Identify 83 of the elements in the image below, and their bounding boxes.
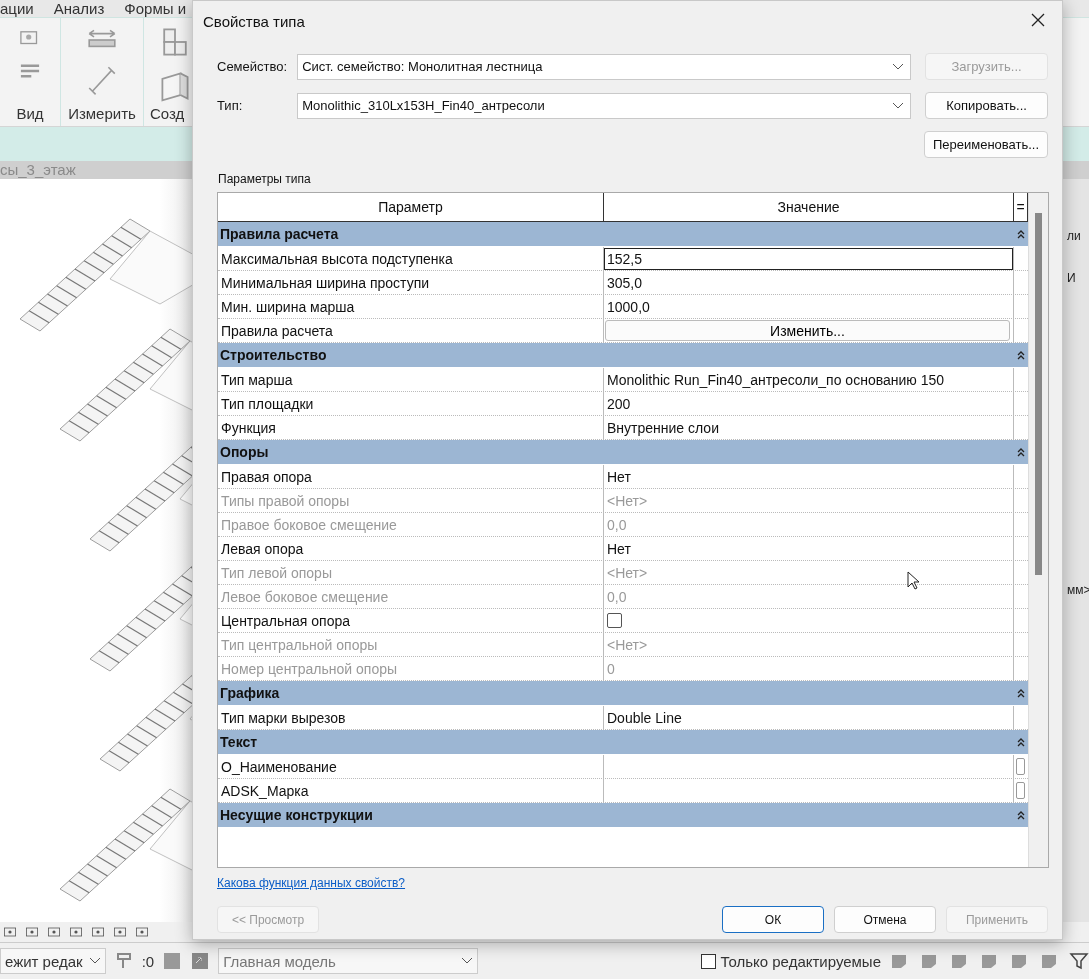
dialog-button[interactable]: ОК [722, 906, 824, 933]
parameter-name: Левая опора [221, 540, 304, 557]
filter-icon[interactable] [1069, 951, 1089, 972]
field-label: Семейство: [217, 59, 289, 74]
parameter-name: Правая опора [221, 468, 312, 485]
value-text: 305,0 [607, 274, 643, 291]
section-label: Параметры типа [218, 172, 312, 186]
ribbon-panel-label: Созд [150, 105, 185, 123]
value-text: 0,0 [607, 516, 627, 533]
help-link[interactable]: Какова функция данных свойств? [217, 876, 406, 890]
family-dropdown[interactable]: Сист. семейство: Монолитная лестница [297, 53, 912, 80]
value-text: <Нет> [607, 564, 648, 581]
parameter-name: Тип площадки [221, 395, 314, 412]
collapse-icon[interactable] [1016, 737, 1026, 747]
parameter-name: Максимальная высота подступенка [221, 250, 453, 267]
value-input[interactable]: 152,5 [604, 248, 1013, 270]
parameter-name: Типы правой опоры [221, 492, 350, 509]
dialog-button[interactable]: Копировать... [925, 92, 1048, 119]
value-text: 0,0 [607, 588, 627, 605]
collapse-icon[interactable] [1016, 810, 1026, 820]
ribbon-tab[interactable]: ации [0, 0, 34, 17]
model-dropdown[interactable]: Главная модель [218, 948, 479, 975]
parameter-name: Центральная опора [221, 612, 351, 629]
count-text: :0 [141, 952, 155, 970]
type-dropdown[interactable]: Monolithic_310Lx153H_Fin40_антресоли [297, 92, 912, 119]
edit-button[interactable]: Изменить... [605, 320, 1010, 341]
close-icon [1031, 12, 1045, 27]
dialog-button[interactable]: Переименовать... [924, 131, 1048, 158]
square-icon[interactable] [162, 951, 183, 972]
value-text: Monolithic Run_Fin40_антресоли_по основанию 150 [607, 371, 945, 388]
value-text: Double Line [607, 709, 682, 726]
panel-text: И [1067, 270, 1077, 285]
value-text: 200 [607, 395, 631, 412]
parameter-name: Левое боковое смещение [221, 588, 389, 605]
parameter-name: Минимальная ширина проступи [221, 274, 430, 291]
value-text: 0 [607, 660, 615, 677]
group-header[interactable]: Опоры [218, 440, 1028, 465]
group-header[interactable]: Строительство [218, 343, 1028, 368]
value-text: Внутренние слои [607, 419, 719, 436]
field-label: Тип: [217, 98, 244, 113]
group-header[interactable]: Правила расчета [218, 222, 1028, 247]
parameter-name: Правое боковое смещение [221, 516, 397, 533]
value-text: Нет [607, 468, 631, 485]
parameter-name: Тип центральной опоры [221, 636, 378, 653]
checkbox-label: Только редактируемые [720, 952, 881, 970]
chevron-down-icon [892, 101, 905, 110]
chevron-down-icon [88, 957, 101, 966]
group-header[interactable]: Несущие конструкции [218, 803, 1028, 828]
value-checkbox[interactable] [607, 613, 622, 628]
group-header[interactable]: Графика [218, 681, 1028, 706]
ribbon-panel-label: Измерить [68, 105, 136, 123]
parameter-name: Правила расчета [221, 322, 333, 339]
value-text: <Нет> [607, 636, 648, 653]
collapse-icon[interactable] [1016, 229, 1026, 239]
ribbon-tab[interactable]: Анализ [53, 0, 105, 17]
panel-text: ли [1067, 228, 1082, 243]
parameter-name: Номер центральной опоры [221, 660, 398, 677]
parameter-name: Тип марша [221, 371, 293, 388]
column-header[interactable]: Параметр [218, 193, 604, 221]
mode-dropdown[interactable]: ежит редак [0, 948, 106, 975]
parameter-name: Тип марки вырезов [221, 709, 346, 726]
group-header[interactable]: Текст [218, 730, 1028, 755]
scrollbar-thumb[interactable] [1035, 213, 1042, 575]
parameter-name: ADSK_Марка [221, 782, 309, 799]
chevron-down-icon [892, 62, 905, 71]
dialog-title: Свойства типа [203, 12, 305, 30]
value-text: <Нет> [607, 492, 648, 509]
value-text: Нет [607, 540, 631, 557]
collapse-icon[interactable] [1016, 447, 1026, 457]
chevron-down-icon [461, 957, 474, 966]
parameter-name: О_Наименование [221, 758, 337, 775]
parameter-name: Мин. ширина марша [221, 298, 355, 315]
mouse-pointer-icon [907, 571, 921, 591]
collapse-icon[interactable] [1016, 350, 1026, 360]
dialog-button[interactable]: Отмена [834, 906, 936, 933]
editable-only-checkbox[interactable] [701, 953, 717, 969]
ribbon-tab[interactable]: Формы и [124, 0, 187, 17]
value-text: 1000,0 [607, 298, 650, 315]
collapse-icon[interactable] [1016, 688, 1026, 698]
parameter-name: Тип левой опоры [221, 564, 332, 581]
ribbon-panel-label: Вид [16, 105, 44, 123]
parameter-name: Функция [221, 419, 276, 436]
column-header[interactable]: Значение [604, 193, 1014, 221]
